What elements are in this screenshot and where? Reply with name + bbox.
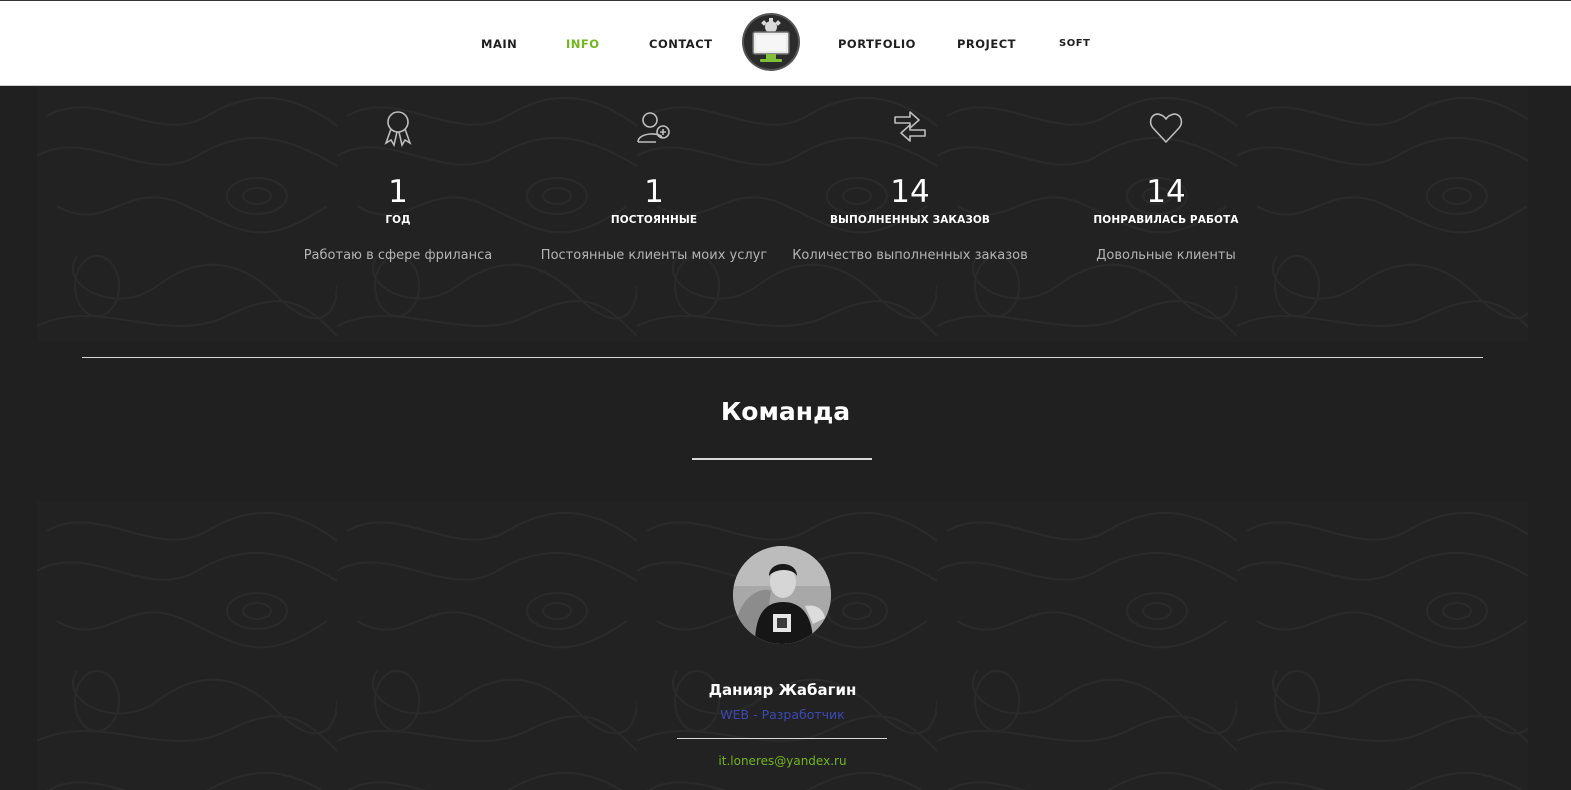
award-ribbon-icon [384, 111, 412, 148]
topographic-background [37, 86, 1528, 342]
stat-label: ПОНРАВИЛАСЬ РАБОТА [1093, 214, 1239, 226]
user-plus-icon [637, 112, 670, 143]
stat-number: 1 [644, 174, 664, 210]
nav-project-link[interactable]: PROJECT [957, 37, 1016, 51]
team-section: Данияр Жабагин WEB - Разработчик it.lone… [37, 501, 1528, 790]
exchange-arrows-icon [894, 111, 926, 142]
stat-description: Работаю в сфере фриланса [303, 248, 493, 263]
team-section-title: Команда [720, 397, 851, 426]
member-photo [733, 546, 831, 644]
nav-info-link[interactable]: INFO [566, 37, 600, 51]
member-name: Данияр Жабагин [708, 681, 857, 699]
member-role: WEB - Разработчик [720, 707, 845, 722]
stat-number: 14 [1146, 174, 1186, 210]
section-divider [82, 357, 1483, 358]
top-navigation-bar: MAIN INFO CONTACT PORTFOLIO PROJECT SOFT [0, 0, 1571, 86]
title-underline [692, 458, 872, 460]
stat-label: ПОСТОЯННЫЕ [610, 214, 698, 226]
nav-soft-link[interactable]: SOFT [1059, 38, 1090, 49]
site-logo[interactable] [744, 15, 798, 69]
stat-number: 14 [890, 174, 930, 210]
stat-number: 1 [388, 174, 408, 210]
avatar [733, 546, 831, 644]
nav-main-link[interactable]: MAIN [481, 37, 517, 51]
member-divider [677, 738, 887, 739]
stat-description: Довольные клиенты [1096, 248, 1236, 263]
stats-section: 1 ГОД Работаю в сфере фриланса 1 ПОСТОЯН… [37, 86, 1528, 342]
stat-label: ВЫПОЛНЕННЫХ ЗАКАЗОВ [829, 214, 991, 226]
logo-monitor-icon [745, 16, 797, 68]
heart-icon [1149, 113, 1183, 143]
topographic-background [37, 501, 1528, 790]
stat-description: Постоянные клиенты моих услуг [540, 248, 768, 263]
stat-label: ГОД [385, 214, 411, 226]
nav-portfolio-link[interactable]: PORTFOLIO [838, 37, 916, 51]
nav-contact-link[interactable]: CONTACT [649, 37, 712, 51]
member-email-link[interactable]: it.loneres@yandex.ru [37, 754, 1528, 768]
stat-description: Количество выполненных заказов [792, 248, 1028, 263]
